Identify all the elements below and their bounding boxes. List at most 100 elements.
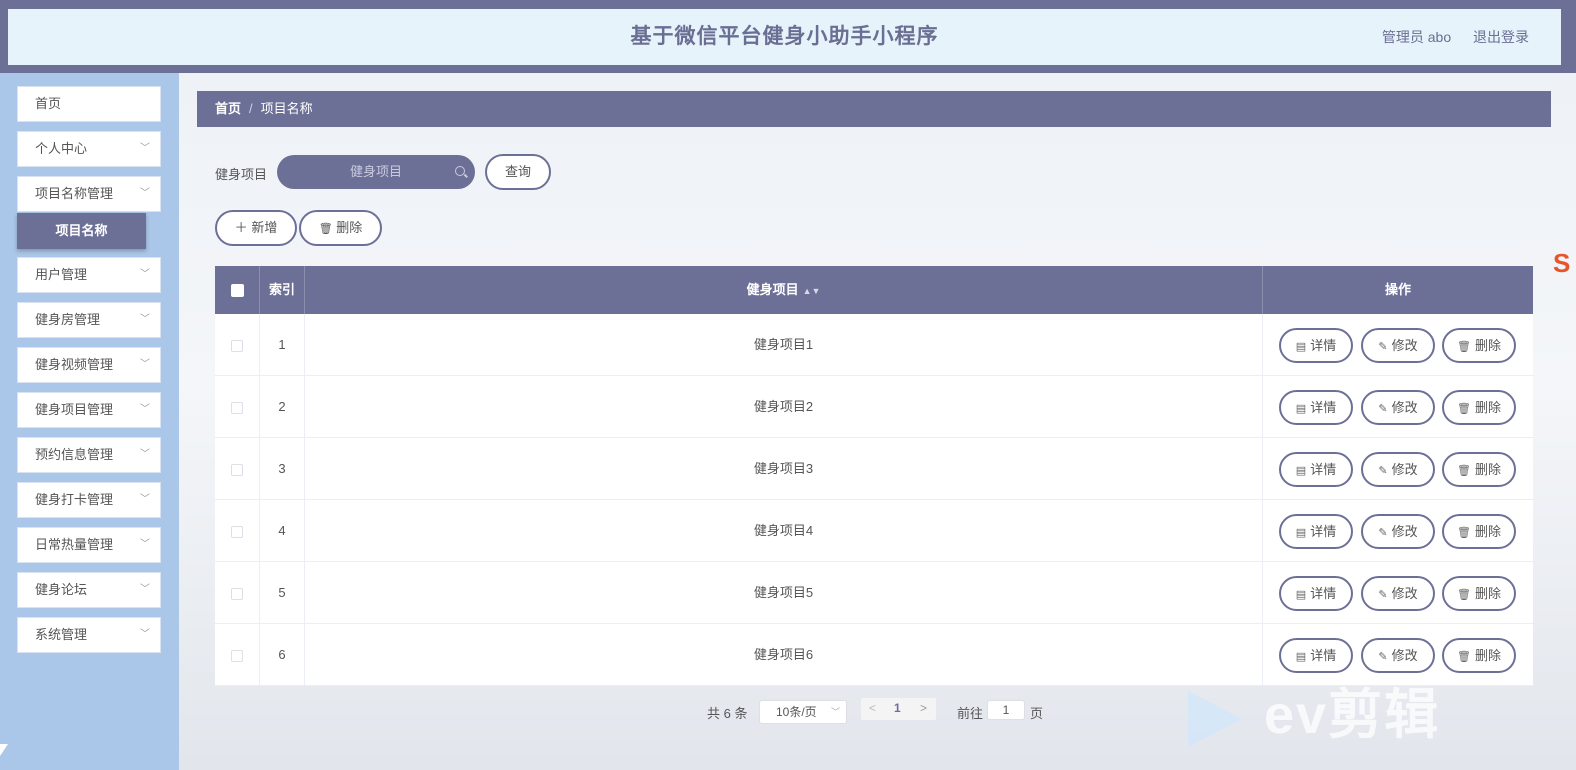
row-index: 2 [260, 376, 305, 438]
row-select[interactable] [215, 376, 260, 438]
sort-icon[interactable]: ▲▼ [803, 286, 821, 296]
detail-label: 详情 [1310, 524, 1337, 539]
edit-button[interactable]: ✎ 修改 [1361, 514, 1435, 549]
row-select[interactable] [215, 624, 260, 686]
chevron-down-icon: ﹀ [140, 539, 150, 550]
header-panel: 基于微信平台健身小助手小程序 管理员 abo 退出登录 [8, 9, 1561, 65]
table-row: 4 健身项目4 ▤ 详情 ✎ 修改 🗑 删除 [215, 500, 1533, 562]
delete-label: 删除 [1474, 462, 1501, 477]
edit-button[interactable]: ✎ 修改 [1361, 638, 1435, 673]
logout-link[interactable]: 退出登录 [1473, 29, 1529, 45]
admin-user-label: 管理员 abo [1381, 29, 1452, 45]
breadcrumb-home[interactable]: 首页 [215, 101, 241, 116]
add-button[interactable]: ＋ 新增 [215, 210, 297, 246]
sidebar-item-booking-mgmt[interactable]: 预约信息管理 ﹀ [17, 437, 161, 473]
sidebar-item-system-mgmt[interactable]: 系统管理 ﹀ [17, 617, 161, 653]
row-checkbox[interactable] [231, 525, 243, 538]
sidebar-item-personal-center[interactable]: 个人中心 ﹀ [17, 131, 161, 167]
header-name[interactable]: 健身项目 ▲▼ [305, 266, 1263, 314]
sidebar-item-label: 项目名称管理 [35, 186, 114, 201]
row-select[interactable] [215, 314, 260, 376]
header-select-all[interactable] [215, 266, 260, 314]
sidebar-item-fitness-project-mgmt[interactable]: 健身项目管理 ﹀ [17, 392, 161, 428]
delete-button[interactable]: 🗑 删除 [1442, 576, 1516, 611]
chevron-down-icon: ﹀ [140, 143, 150, 154]
table-header: 索引 健身项目 ▲▼ 操作 [215, 266, 1533, 314]
row-checkbox[interactable] [231, 401, 243, 414]
detail-button[interactable]: ▤ 详情 [1279, 390, 1353, 425]
delete-label: 删除 [1474, 400, 1501, 415]
sidebar-item-label: 个人中心 [35, 141, 88, 156]
row-select[interactable] [215, 500, 260, 562]
delete-button[interactable]: 🗑 删除 [1442, 390, 1516, 425]
edit-button[interactable]: ✎ 修改 [1361, 576, 1435, 611]
row-checkbox[interactable] [231, 339, 243, 352]
chevron-down-icon: ﹀ [140, 269, 150, 280]
delete-label: 删除 [1474, 338, 1501, 353]
sidebar-item-project-name-mgmt[interactable]: 项目名称管理 ﹀ [17, 176, 161, 212]
row-name: 健身项目6 [305, 624, 1263, 686]
play-logo-icon [1188, 690, 1242, 747]
delete-button[interactable]: 🗑 删除 [1442, 328, 1516, 363]
search-input[interactable]: 健身项目 [277, 155, 475, 189]
sidebar-item-calorie-mgmt[interactable]: 日常热量管理 ﹀ [17, 527, 161, 563]
prev-page-icon[interactable]: < [869, 701, 876, 715]
trash-icon: 🗑 [1457, 589, 1471, 601]
trash-icon: 🗑 [1457, 403, 1471, 415]
row-checkbox[interactable] [231, 463, 243, 476]
row-actions: ▤ 详情 ✎ 修改 🗑 删除 [1263, 314, 1533, 376]
pager-controls: < 1 > [861, 698, 936, 720]
sidebar-item-checkin-mgmt[interactable]: 健身打卡管理 ﹀ [17, 482, 161, 518]
sidebar-item-label: 预约信息管理 [35, 447, 114, 462]
goto-page-input[interactable]: 1 [987, 700, 1025, 720]
detail-button[interactable]: ▤ 详情 [1279, 452, 1353, 487]
query-button[interactable]: 查询 [485, 154, 551, 190]
sidebar-item-label: 健身视频管理 [35, 357, 114, 372]
sidebar-item-user-mgmt[interactable]: 用户管理 ﹀ [17, 257, 161, 293]
sidebar-item-label: 健身打卡管理 [35, 492, 114, 507]
user-area: 管理员 abo 退出登录 [1364, 9, 1529, 65]
header-index: 索引 [260, 266, 305, 314]
row-name: 健身项目5 [305, 562, 1263, 624]
trash-icon: 🗑 [318, 223, 333, 235]
sidebar-item-video-mgmt[interactable]: 健身视频管理 ﹀ [17, 347, 161, 383]
pencil-icon: ✎ [1378, 651, 1388, 663]
current-page[interactable]: 1 [894, 701, 901, 715]
document-icon: ▤ [1295, 465, 1307, 477]
chevron-down-icon: ﹀ [140, 449, 150, 460]
sidebar-item-gym-mgmt[interactable]: 健身房管理 ﹀ [17, 302, 161, 338]
header-name-label: 健身项目 [746, 282, 799, 297]
row-name: 健身项目1 [305, 314, 1263, 376]
batch-delete-button[interactable]: 🗑 删除 [299, 210, 382, 246]
detail-button[interactable]: ▤ 详情 [1279, 328, 1353, 363]
detail-button[interactable]: ▤ 详情 [1279, 638, 1353, 673]
search-placeholder: 健身项目 [349, 164, 402, 179]
page-size-select[interactable]: 10条/页 ﹀ [759, 700, 847, 724]
sidebar-item-home[interactable]: 首页 [17, 86, 161, 122]
row-checkbox[interactable] [231, 649, 243, 662]
row-index: 5 [260, 562, 305, 624]
row-select[interactable] [215, 562, 260, 624]
delete-button[interactable]: 🗑 删除 [1442, 638, 1516, 673]
row-index: 4 [260, 500, 305, 562]
sidebar-item-forum[interactable]: 健身论坛 ﹀ [17, 572, 161, 608]
row-select[interactable] [215, 438, 260, 500]
edit-button[interactable]: ✎ 修改 [1361, 328, 1435, 363]
delete-button[interactable]: 🗑 删除 [1442, 452, 1516, 487]
sidebar-item-label: 健身项目管理 [35, 402, 114, 417]
edit-button[interactable]: ✎ 修改 [1361, 390, 1435, 425]
sidebar: 首页 个人中心 ﹀ 项目名称管理 ﹀ 项目名称 用户管理 ﹀ 健身房管理 ﹀ 健… [0, 73, 179, 770]
sidebar-subitem-project-name[interactable]: 项目名称 [17, 213, 146, 249]
sidebar-item-label: 日常热量管理 [35, 537, 114, 552]
row-actions: ▤ 详情 ✎ 修改 🗑 删除 [1263, 376, 1533, 438]
detail-button[interactable]: ▤ 详情 [1279, 514, 1353, 549]
detail-button[interactable]: ▤ 详情 [1279, 576, 1353, 611]
row-checkbox[interactable] [231, 587, 243, 600]
select-all-checkbox[interactable] [230, 284, 244, 298]
document-icon: ▤ [1295, 651, 1307, 663]
delete-button[interactable]: 🗑 删除 [1442, 514, 1516, 549]
chevron-down-icon: ﹀ [140, 359, 150, 370]
next-page-icon[interactable]: > [920, 701, 927, 715]
watermark-text: ev剪辑 [1264, 685, 1441, 745]
edit-button[interactable]: ✎ 修改 [1361, 452, 1435, 487]
